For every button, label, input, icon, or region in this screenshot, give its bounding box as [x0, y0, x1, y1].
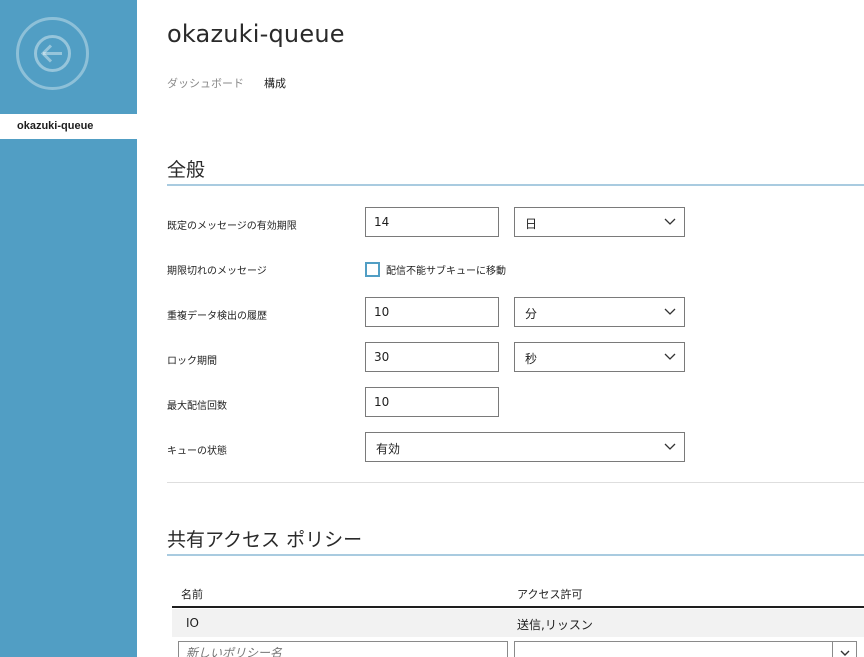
sidebar-item-label: okazuki-queue [17, 120, 94, 132]
lock-unit-value: 秒 [525, 352, 538, 366]
lock-label: ロック期間 [167, 356, 217, 367]
ttl-unit-select[interactable]: 日 [514, 207, 685, 237]
policy-table-header: 名前 アクセス許可 [172, 578, 864, 608]
sidebar: okazuki-queue [0, 0, 137, 657]
policy-name-cell: IO [186, 616, 199, 630]
duplicate-unit-select[interactable]: 分 [514, 297, 685, 327]
divider [167, 482, 864, 483]
main-content: okazuki-queue ダッシュボード 構成 全般 既定のメッセージの有効期… [137, 0, 864, 657]
chevron-down-icon [664, 308, 676, 315]
column-header-permissions: アクセス許可 [517, 588, 583, 601]
tab-configure[interactable]: 構成 [264, 75, 286, 91]
section-divider [167, 554, 864, 556]
page-title: okazuki-queue [167, 20, 345, 48]
back-arrow-icon [34, 35, 71, 72]
expired-label: 期限切れのメッセージ [167, 266, 267, 277]
ttl-label: 既定のメッセージの有効期限 [167, 221, 297, 232]
section-title-shared-access: 共有アクセス ポリシー [167, 529, 363, 551]
column-header-name: 名前 [181, 588, 203, 601]
max-delivery-label: 最大配信回数 [167, 401, 227, 412]
chevron-down-icon [664, 353, 676, 360]
queue-state-select[interactable]: 有効 [365, 432, 685, 462]
duplicate-unit-value: 分 [525, 307, 538, 321]
lock-unit-select[interactable]: 秒 [514, 342, 685, 372]
dead-letter-checkbox[interactable] [365, 262, 380, 277]
queue-state-label: キューの状態 [167, 446, 227, 457]
back-button[interactable] [16, 17, 89, 90]
table-row[interactable]: IO 送信,リッスン [172, 609, 864, 637]
dropdown-button[interactable] [832, 642, 856, 657]
new-policy-permissions-select[interactable] [514, 641, 857, 657]
ttl-unit-value: 日 [525, 217, 538, 231]
lock-input[interactable] [365, 342, 499, 372]
tab-dashboard[interactable]: ダッシュボード [167, 75, 244, 91]
duplicate-label: 重複データ検出の履歴 [167, 311, 267, 322]
chevron-down-icon [664, 443, 676, 450]
duplicate-input[interactable] [365, 297, 499, 327]
section-title-general: 全般 [167, 159, 206, 181]
chevron-down-icon [664, 218, 676, 225]
dead-letter-checkbox-label: 配信不能サブキューに移動 [386, 266, 506, 277]
policy-permissions-cell: 送信,リッスン [517, 618, 593, 632]
max-delivery-input[interactable] [365, 387, 499, 417]
section-divider [167, 184, 864, 186]
ttl-input[interactable] [365, 207, 499, 237]
new-policy-name-input[interactable] [178, 641, 508, 657]
queue-state-value: 有効 [376, 442, 401, 456]
sidebar-item-queue[interactable]: okazuki-queue [0, 114, 137, 139]
chevron-down-icon [840, 650, 850, 656]
